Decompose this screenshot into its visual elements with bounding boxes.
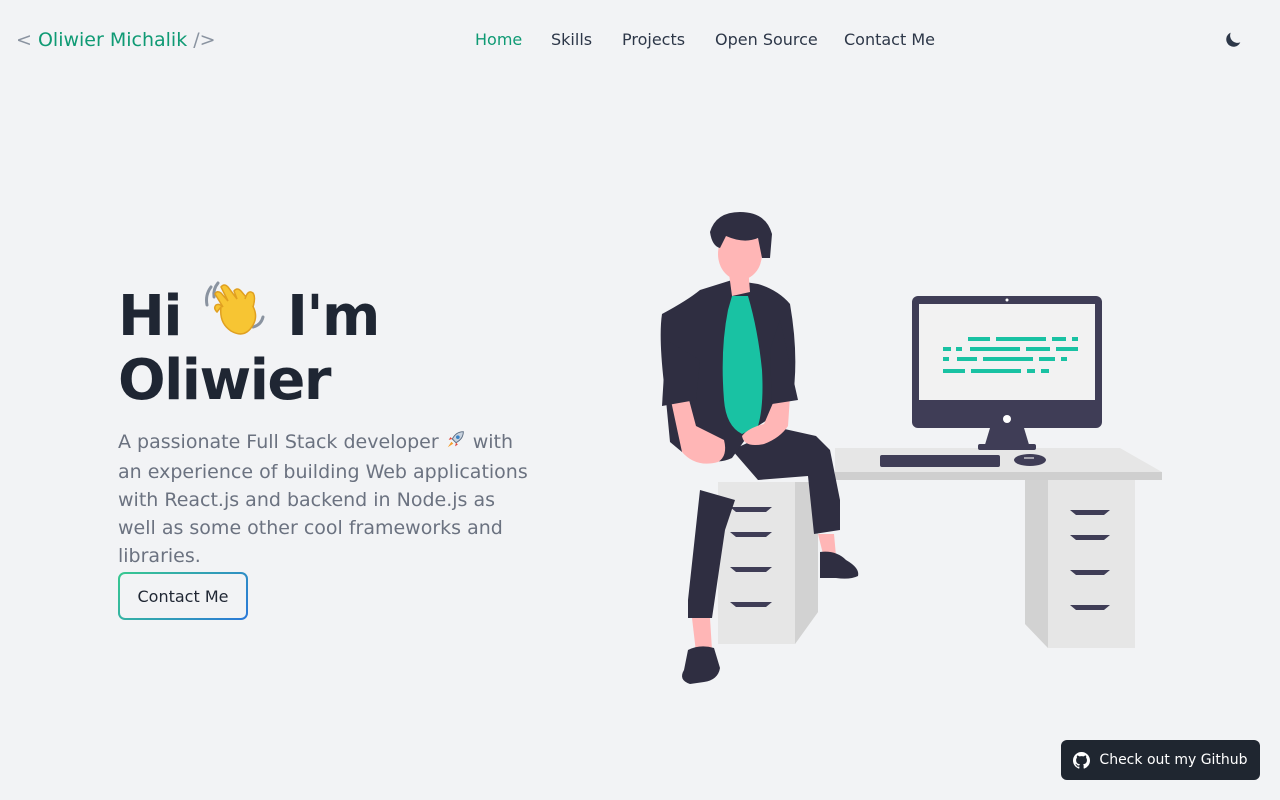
moon-icon	[1226, 32, 1241, 47]
nav-projects[interactable]: Projects	[622, 30, 685, 50]
nav-home[interactable]: Home	[475, 30, 522, 50]
github-button-label: Check out my Github	[1099, 752, 1248, 768]
nav-open-source[interactable]: Open Source	[715, 30, 818, 50]
site-logo[interactable]: < Oliwier Michalik />	[16, 28, 216, 52]
hero-desc-part-1: A passionate Full Stack developer	[118, 431, 439, 453]
github-button[interactable]: Check out my Github	[1061, 740, 1260, 780]
developer-at-desk-illustration	[640, 200, 1180, 700]
page: < Oliwier Michalik /> Home Skills Projec…	[0, 0, 1280, 800]
logo-close-bracket: />	[193, 29, 216, 51]
hero-name: Oliwier	[118, 348, 332, 413]
hero-title: Hi I'm Oliwier	[118, 277, 380, 413]
contact-me-button-label: Contact Me	[120, 574, 246, 618]
hero-im: I'm	[287, 284, 380, 349]
nav-contact-me[interactable]: Contact Me	[844, 30, 935, 50]
logo-name: Oliwier Michalik	[37, 29, 188, 51]
github-icon	[1073, 751, 1091, 769]
hero-description: A passionate Full Stack developer with a…	[118, 428, 538, 570]
nav-skills[interactable]: Skills	[551, 30, 592, 50]
waving-hand-icon	[201, 277, 267, 351]
hero-greeting: Hi	[118, 284, 183, 349]
logo-open-bracket: <	[16, 29, 32, 51]
rocket-icon	[445, 428, 467, 458]
contact-me-button[interactable]: Contact Me	[118, 572, 248, 620]
theme-toggle-button[interactable]	[1222, 29, 1244, 51]
